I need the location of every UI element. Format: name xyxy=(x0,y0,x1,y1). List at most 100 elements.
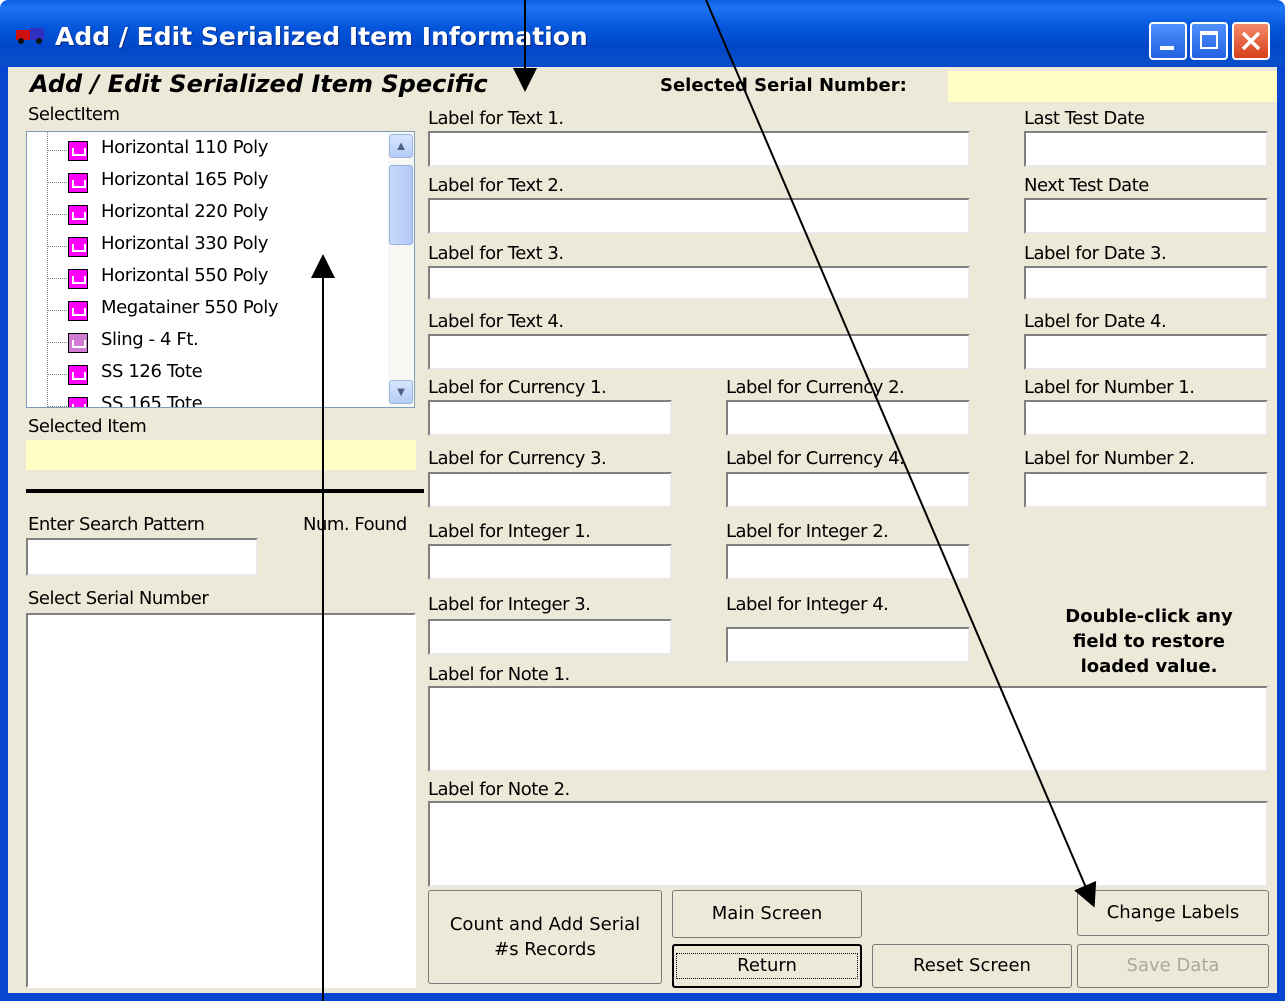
scroll-thumb[interactable] xyxy=(389,165,413,245)
tote-icon xyxy=(68,237,88,257)
note1-label: Label for Note 1. xyxy=(428,664,570,685)
tote-icon xyxy=(68,397,88,407)
tree-item-label: Megatainer 550 Poly xyxy=(101,297,279,318)
date4-label: Label for Date 4. xyxy=(1024,311,1167,332)
item-tree[interactable]: Horizontal 110 Poly Horizontal 165 Poly … xyxy=(26,131,415,408)
currency2-field[interactable] xyxy=(726,400,970,436)
minimize-button[interactable] xyxy=(1149,22,1187,60)
integer4-field[interactable] xyxy=(726,627,970,663)
tree-item[interactable]: Horizontal 550 Poly xyxy=(27,262,387,294)
next-test-field[interactable] xyxy=(1024,198,1268,234)
reset-screen-button[interactable]: Reset Screen xyxy=(872,944,1072,988)
note2-field[interactable] xyxy=(428,801,1268,887)
currency1-label: Label for Currency 1. xyxy=(428,377,607,398)
app-icon xyxy=(16,28,44,44)
tote-icon xyxy=(68,269,88,289)
maximize-button[interactable] xyxy=(1190,22,1228,60)
currency2-label: Label for Currency 2. xyxy=(726,377,905,398)
integer4-label: Label for Integer 4. xyxy=(726,594,889,615)
currency3-label: Label for Currency 3. xyxy=(428,448,607,469)
select-item-label: SelectItem xyxy=(28,104,120,125)
sling-icon xyxy=(68,333,88,353)
scroll-down-icon[interactable]: ▼ xyxy=(389,380,413,404)
count-add-serial-button[interactable]: Count and Add Serial #s Records xyxy=(428,890,662,984)
tree-item-label: SS 165 Tote xyxy=(101,393,203,408)
last-test-field[interactable] xyxy=(1024,131,1268,167)
currency1-field[interactable] xyxy=(428,400,672,436)
text2-field[interactable] xyxy=(428,198,970,234)
integer3-field[interactable] xyxy=(428,619,672,655)
change-labels-button[interactable]: Change Labels xyxy=(1077,890,1269,936)
text4-field[interactable] xyxy=(428,334,970,370)
hint-line: field to restore xyxy=(1073,631,1225,652)
section-title: Add / Edit Serialized Item Specific xyxy=(30,70,488,98)
text2-label: Label for Text 2. xyxy=(428,175,564,196)
num-found-label: Num. Found xyxy=(303,514,407,535)
date3-label: Label for Date 3. xyxy=(1024,243,1167,264)
restore-hint: Double-click any field to restore loaded… xyxy=(1020,604,1278,679)
date3-field[interactable] xyxy=(1024,266,1268,300)
tree-item[interactable]: Horizontal 165 Poly xyxy=(27,166,387,198)
main-screen-button[interactable]: Main Screen xyxy=(672,890,862,938)
tree-item[interactable]: Sling - 4 Ft. xyxy=(27,326,387,358)
currency3-field[interactable] xyxy=(428,472,672,508)
scroll-up-icon[interactable]: ▲ xyxy=(389,134,413,158)
divider xyxy=(26,489,424,493)
integer2-label: Label for Integer 2. xyxy=(726,521,889,542)
tree-item[interactable]: Megatainer 550 Poly xyxy=(27,294,387,326)
tree-item[interactable]: SS 165 Tote xyxy=(27,390,387,408)
text1-label: Label for Text 1. xyxy=(428,108,564,129)
hint-line: Double-click any xyxy=(1065,606,1233,627)
currency4-label: Label for Currency 4. xyxy=(726,448,905,469)
text1-field[interactable] xyxy=(428,131,970,167)
search-label: Enter Search Pattern xyxy=(28,514,205,535)
return-button-label: Return xyxy=(676,953,858,979)
tote-icon xyxy=(68,173,88,193)
tree-item[interactable]: SS 126 Tote xyxy=(27,358,387,390)
number1-field[interactable] xyxy=(1024,400,1268,436)
integer1-label: Label for Integer 1. xyxy=(428,521,591,542)
window-title: Add / Edit Serialized Item Information xyxy=(55,22,588,51)
tote-icon xyxy=(68,301,88,321)
tree-item-label: Horizontal 220 Poly xyxy=(101,201,268,222)
number2-field[interactable] xyxy=(1024,472,1268,508)
app-window: Add / Edit Serialized Item Information A… xyxy=(0,0,1285,1001)
close-icon xyxy=(1241,31,1261,51)
integer1-field[interactable] xyxy=(428,544,672,580)
tree-item[interactable]: Horizontal 330 Poly xyxy=(27,230,387,262)
tree-item-label: Horizontal 330 Poly xyxy=(101,233,268,254)
tree-item-label: Horizontal 110 Poly xyxy=(101,137,268,158)
tree-item[interactable]: Horizontal 220 Poly xyxy=(27,198,387,230)
tote-icon xyxy=(68,141,88,161)
return-button[interactable]: Return xyxy=(672,944,862,988)
integer3-label: Label for Integer 3. xyxy=(428,594,591,615)
search-input[interactable] xyxy=(26,538,258,576)
tree-item-label: Horizontal 550 Poly xyxy=(101,265,268,286)
tote-icon xyxy=(68,365,88,385)
text4-label: Label for Text 4. xyxy=(428,311,564,332)
close-button[interactable] xyxy=(1232,22,1270,60)
number2-label: Label for Number 2. xyxy=(1024,448,1195,469)
tote-icon xyxy=(68,205,88,225)
selected-serial-label: Selected Serial Number: xyxy=(660,75,907,96)
selected-item-label: Selected Item xyxy=(28,416,147,437)
date4-field[interactable] xyxy=(1024,334,1268,370)
selected-item-value xyxy=(26,440,416,470)
next-test-label: Next Test Date xyxy=(1024,175,1149,196)
save-data-button[interactable]: Save Data xyxy=(1077,944,1269,988)
tree-item[interactable]: Horizontal 110 Poly xyxy=(27,134,387,166)
hint-line: loaded value. xyxy=(1080,656,1218,677)
tree-item-label: Horizontal 165 Poly xyxy=(101,169,268,190)
last-test-label: Last Test Date xyxy=(1024,108,1145,129)
serial-number-list[interactable] xyxy=(26,613,416,988)
note1-field[interactable] xyxy=(428,686,1268,772)
tree-scrollbar[interactable]: ▲ ▼ xyxy=(388,132,414,407)
currency4-field[interactable] xyxy=(726,472,970,508)
number1-label: Label for Number 1. xyxy=(1024,377,1195,398)
note2-label: Label for Note 2. xyxy=(428,779,570,800)
integer2-field[interactable] xyxy=(726,544,970,580)
text3-label: Label for Text 3. xyxy=(428,243,564,264)
tree-item-label: Sling - 4 Ft. xyxy=(101,329,199,350)
serial-list-label: Select Serial Number xyxy=(28,588,209,609)
text3-field[interactable] xyxy=(428,266,970,300)
